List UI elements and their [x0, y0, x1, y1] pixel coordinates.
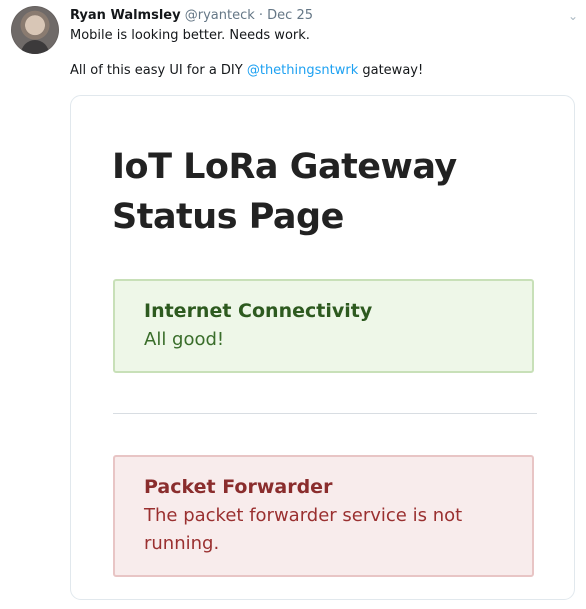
tweet-text-line-1: Mobile is looking better. Needs work.	[70, 28, 310, 43]
avatar[interactable]	[11, 6, 59, 54]
status-message: All good!	[144, 329, 225, 350]
status-box-internet-connectivity: Internet Connectivity All good!	[113, 279, 534, 373]
tweet[interactable]: Ryan Walmsley @ryanteck · Dec 25 ⌄ Mobil…	[0, 0, 586, 609]
divider	[113, 413, 537, 414]
status-title: Packet Forwarder	[144, 476, 333, 498]
attached-screenshot-card[interactable]: IoT LoRa Gateway Status Page Internet Co…	[70, 95, 575, 600]
mention-link[interactable]: @thethingsntwrk	[247, 63, 358, 78]
tweet-header: Ryan Walmsley @ryanteck · Dec 25	[70, 7, 313, 24]
header-separator: ·	[258, 8, 264, 23]
tweet-text: Mobile is looking better. Needs work. Al…	[70, 27, 570, 97]
status-title: Internet Connectivity	[144, 300, 373, 322]
author-handle[interactable]: @ryanteck	[185, 8, 255, 23]
tweet-text-prefix: All of this easy UI for a DIY	[70, 63, 247, 78]
status-message: The packet forwarder service is not runn…	[144, 505, 463, 554]
chevron-down-icon[interactable]: ⌄	[568, 10, 578, 22]
author-display-name[interactable]: Ryan Walmsley	[70, 8, 181, 23]
tweet-text-suffix: gateway!	[358, 63, 424, 78]
status-box-packet-forwarder: Packet Forwarder The packet forwarder se…	[113, 455, 534, 577]
tweet-text-line-2: All of this easy UI for a DIY @thethings…	[70, 62, 570, 80]
tweet-date[interactable]: Dec 25	[267, 8, 313, 23]
page-title: IoT LoRa Gateway Status Page	[112, 147, 457, 237]
